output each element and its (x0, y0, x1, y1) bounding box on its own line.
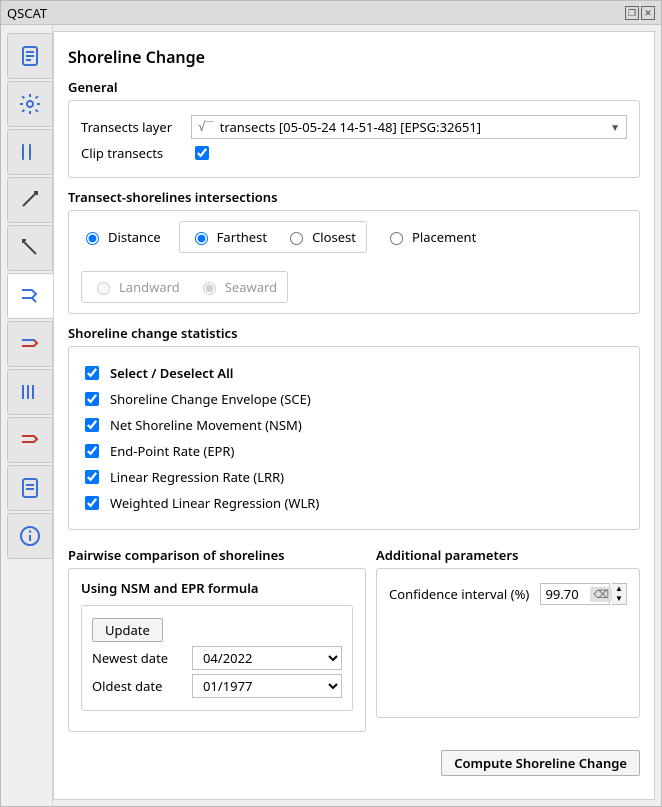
farthest-label: Farthest (217, 228, 267, 246)
by-distance-label: Distance (108, 228, 161, 246)
placement-subgroup: Landward Seaward (81, 271, 288, 303)
select-all-label: Select / Deselect All (110, 364, 234, 382)
stats-group: Select / Deselect All Shoreline Change E… (68, 346, 640, 530)
by-distance-radio[interactable] (86, 232, 99, 245)
stat-lrr-label: Linear Regression Rate (LRR) (110, 468, 284, 486)
compute-button[interactable]: Compute Shoreline Change (441, 750, 640, 776)
compare-icon (18, 332, 42, 356)
titlebar: QSCAT ❐ ✕ (1, 1, 661, 25)
report-icon (18, 476, 42, 500)
waves-icon (18, 140, 42, 164)
stat-nsm-label: Net Shoreline Movement (NSM) (110, 416, 302, 434)
tab-summary[interactable] (7, 417, 53, 463)
stat-epr-checkbox[interactable] (85, 444, 99, 458)
oldest-date-label: Oldest date (92, 677, 182, 695)
transects-layer-select[interactable]: √‾ transects [05-05-24 14-51-48] [EPSG:3… (191, 115, 627, 139)
tab-transects-up[interactable] (7, 177, 53, 223)
window-restore-icon[interactable]: ❐ (625, 6, 639, 20)
stat-nsm-checkbox[interactable] (85, 418, 99, 432)
update-button[interactable]: Update (92, 618, 163, 642)
stat-sce-label: Shoreline Change Envelope (SCE) (110, 390, 311, 408)
landward-label: Landward (119, 278, 180, 296)
select-all-checkbox[interactable] (85, 366, 99, 380)
arrows-down-icon (18, 236, 42, 260)
tab-info[interactable] (7, 513, 53, 559)
closest-label: Closest (312, 228, 356, 246)
additional-label: Additional parameters (376, 546, 640, 564)
tab-transects-down[interactable] (7, 225, 53, 271)
stats-label: Shoreline change statistics (68, 324, 640, 342)
intersections-group: Distance Farthest Closest (68, 210, 640, 314)
multi-waves-icon (18, 380, 42, 404)
distance-subgroup: Farthest Closest (179, 221, 367, 253)
tab-settings[interactable] (7, 81, 53, 127)
gear-icon (18, 92, 42, 116)
chevron-down-icon: ▼ (610, 120, 620, 134)
newest-date-label: Newest date (92, 649, 182, 667)
stat-lrr-checkbox[interactable] (85, 470, 99, 484)
tab-compare[interactable] (7, 321, 53, 367)
line-layer-icon: √‾ (198, 120, 214, 135)
info-icon (18, 524, 42, 548)
summary-icon (18, 428, 42, 452)
window-close-icon[interactable]: ✕ (641, 6, 655, 20)
landward-radio (97, 282, 110, 295)
seaward-label: Seaward (225, 278, 277, 296)
window-title: QSCAT (7, 4, 47, 22)
tab-shoreline-change[interactable] (7, 273, 53, 319)
stat-wlr-checkbox[interactable] (85, 496, 99, 510)
main-panel: Shoreline Change General Transects layer… (53, 31, 655, 800)
by-placement-label: Placement (412, 228, 476, 246)
clip-transects-checkbox[interactable] (195, 146, 209, 160)
transects-layer-label: Transects layer (81, 118, 181, 136)
clear-icon[interactable]: ⌫ (590, 587, 612, 602)
confidence-label: Confidence interval (%) (389, 585, 530, 603)
general-group: Transects layer √‾ transects [05-05-24 1… (68, 100, 640, 178)
general-label: General (68, 78, 640, 96)
tab-baseline[interactable] (7, 129, 53, 175)
newest-date-select[interactable]: 04/2022 (192, 646, 342, 670)
shoreline-change-icon (18, 284, 42, 308)
clip-transects-label: Clip transects (81, 144, 181, 162)
tab-report[interactable] (7, 465, 53, 511)
transects-layer-value: transects [05-05-24 14-51-48] [EPSG:3265… (220, 118, 481, 136)
page-title: Shoreline Change (68, 46, 640, 68)
by-placement-radio[interactable] (390, 232, 403, 245)
document-icon (18, 44, 42, 68)
sidebar (1, 25, 53, 806)
oldest-date-select[interactable]: 01/1977 (192, 674, 342, 698)
spin-down-icon[interactable]: ▼ (612, 594, 626, 604)
farthest-radio[interactable] (195, 232, 208, 245)
seaward-radio (203, 282, 216, 295)
closest-radio[interactable] (290, 232, 303, 245)
pairwise-formula-label: Using NSM and EPR formula (81, 579, 353, 597)
stat-sce-checkbox[interactable] (85, 392, 99, 406)
pairwise-label: Pairwise comparison of shorelines (68, 546, 366, 564)
tab-project[interactable] (7, 33, 53, 79)
stat-wlr-label: Weighted Linear Regression (WLR) (110, 494, 319, 512)
intersections-label: Transect-shorelines intersections (68, 188, 640, 206)
stat-epr-label: End-Point Rate (EPR) (110, 442, 234, 460)
arrows-up-icon (18, 188, 42, 212)
tab-multi[interactable] (7, 369, 53, 415)
pairwise-group: Using NSM and EPR formula Update Newest … (68, 568, 366, 732)
additional-group: Confidence interval (%) ⌫ ▲ ▼ (376, 568, 640, 718)
